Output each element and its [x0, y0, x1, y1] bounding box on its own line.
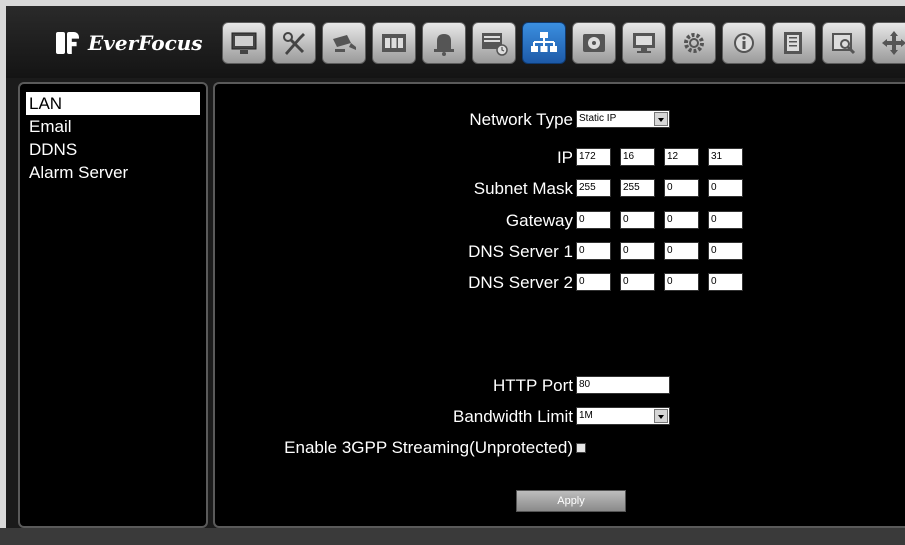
display-icon[interactable] — [222, 22, 266, 64]
streaming-checkbox[interactable] — [576, 443, 586, 453]
schedule-icon[interactable] — [472, 22, 516, 64]
ptz-icon[interactable] — [872, 22, 905, 64]
http-port-row: HTTP Port 80 — [215, 376, 905, 398]
bandwidth-label: Bandwidth Limit — [452, 407, 573, 426]
gateway-octet-3[interactable]: 0 — [664, 211, 699, 229]
chevron-down-icon — [654, 112, 668, 126]
network-type-label: Network Type — [469, 110, 573, 129]
brand-name: EverFocus — [88, 31, 203, 55]
monitor-icon[interactable] — [622, 22, 666, 64]
sidebar-item-alarm-server[interactable]: Alarm Server — [26, 161, 200, 184]
dns1-label: DNS Server 1 — [468, 242, 573, 261]
ip-row: IP 172 16 12 31 — [215, 148, 905, 170]
sidebar: LAN Email DDNS Alarm Server — [18, 82, 208, 528]
alarm-icon[interactable] — [422, 22, 466, 64]
dns2-octet-1[interactable]: 0 — [576, 273, 611, 291]
gateway-octet-4[interactable]: 0 — [708, 211, 743, 229]
subnet-octet-4[interactable]: 0 — [708, 179, 743, 197]
dns2-label: DNS Server 2 — [468, 273, 573, 292]
sidebar-item-ddns[interactable]: DDNS — [26, 138, 200, 161]
sidebar-item-email[interactable]: Email — [26, 115, 200, 138]
dns1-octet-4[interactable]: 0 — [708, 242, 743, 260]
app-frame: EverFocus LAN Email DDNS Alarm Server Ne… — [6, 6, 905, 536]
http-port-input[interactable]: 80 — [576, 376, 670, 394]
gateway-octet-1[interactable]: 0 — [576, 211, 611, 229]
subnet-octet-3[interactable]: 0 — [664, 179, 699, 197]
subnet-label: Subnet Mask — [473, 179, 573, 198]
dns1-octet-3[interactable]: 0 — [664, 242, 699, 260]
network-type-select[interactable]: Static IP — [576, 110, 670, 128]
lan-settings-panel: Network Type Static IP IP 172 16 12 31 S… — [213, 82, 905, 528]
gateway-label: Gateway — [505, 211, 573, 230]
ip-octet-4[interactable]: 31 — [708, 148, 743, 166]
disk-icon[interactable] — [572, 22, 616, 64]
dns1-octet-1[interactable]: 0 — [576, 242, 611, 260]
bandwidth-select[interactable]: 1M — [576, 407, 670, 425]
gateway-row: Gateway 0 0 0 0 — [215, 211, 905, 233]
dns1-octet-2[interactable]: 0 — [620, 242, 655, 260]
subnet-row: Subnet Mask 255 255 0 0 — [215, 179, 905, 201]
record-icon[interactable] — [372, 22, 416, 64]
camera-icon[interactable] — [322, 22, 366, 64]
tools-icon[interactable] — [272, 22, 316, 64]
dns2-octet-2[interactable]: 0 — [620, 273, 655, 291]
bottom-bar — [0, 528, 905, 545]
ip-octet-1[interactable]: 172 — [576, 148, 611, 166]
chevron-down-icon — [654, 409, 668, 423]
log-icon[interactable] — [772, 22, 816, 64]
logo-mark-icon — [56, 31, 80, 55]
toolbar — [222, 22, 905, 64]
subnet-octet-2[interactable]: 255 — [620, 179, 655, 197]
settings-icon[interactable] — [672, 22, 716, 64]
streaming-row: Enable 3GPP Streaming(Unprotected) — [215, 438, 905, 460]
apply-button[interactable]: Apply — [516, 490, 626, 512]
network-icon[interactable] — [522, 22, 566, 64]
ip-label: IP — [556, 148, 573, 167]
network-type-row: Network Type Static IP — [215, 110, 905, 132]
search-icon[interactable] — [822, 22, 866, 64]
http-port-label: HTTP Port — [493, 376, 573, 395]
network-type-value: Static IP — [579, 113, 617, 124]
streaming-label: Enable 3GPP Streaming(Unprotected) — [284, 438, 573, 457]
ip-octet-3[interactable]: 12 — [664, 148, 699, 166]
info-icon[interactable] — [722, 22, 766, 64]
bandwidth-row: Bandwidth Limit 1M — [215, 407, 905, 429]
dns2-octet-4[interactable]: 0 — [708, 273, 743, 291]
dns2-octet-3[interactable]: 0 — [664, 273, 699, 291]
ip-octet-2[interactable]: 16 — [620, 148, 655, 166]
bandwidth-value: 1M — [579, 410, 593, 421]
sidebar-item-lan[interactable]: LAN — [26, 92, 200, 115]
subnet-octet-1[interactable]: 255 — [576, 179, 611, 197]
gateway-octet-2[interactable]: 0 — [620, 211, 655, 229]
brand-logo: EverFocus — [56, 28, 203, 58]
top-bar: EverFocus — [6, 6, 905, 78]
dns2-row: DNS Server 2 0 0 0 0 — [215, 273, 905, 295]
dns1-row: DNS Server 1 0 0 0 0 — [215, 242, 905, 264]
